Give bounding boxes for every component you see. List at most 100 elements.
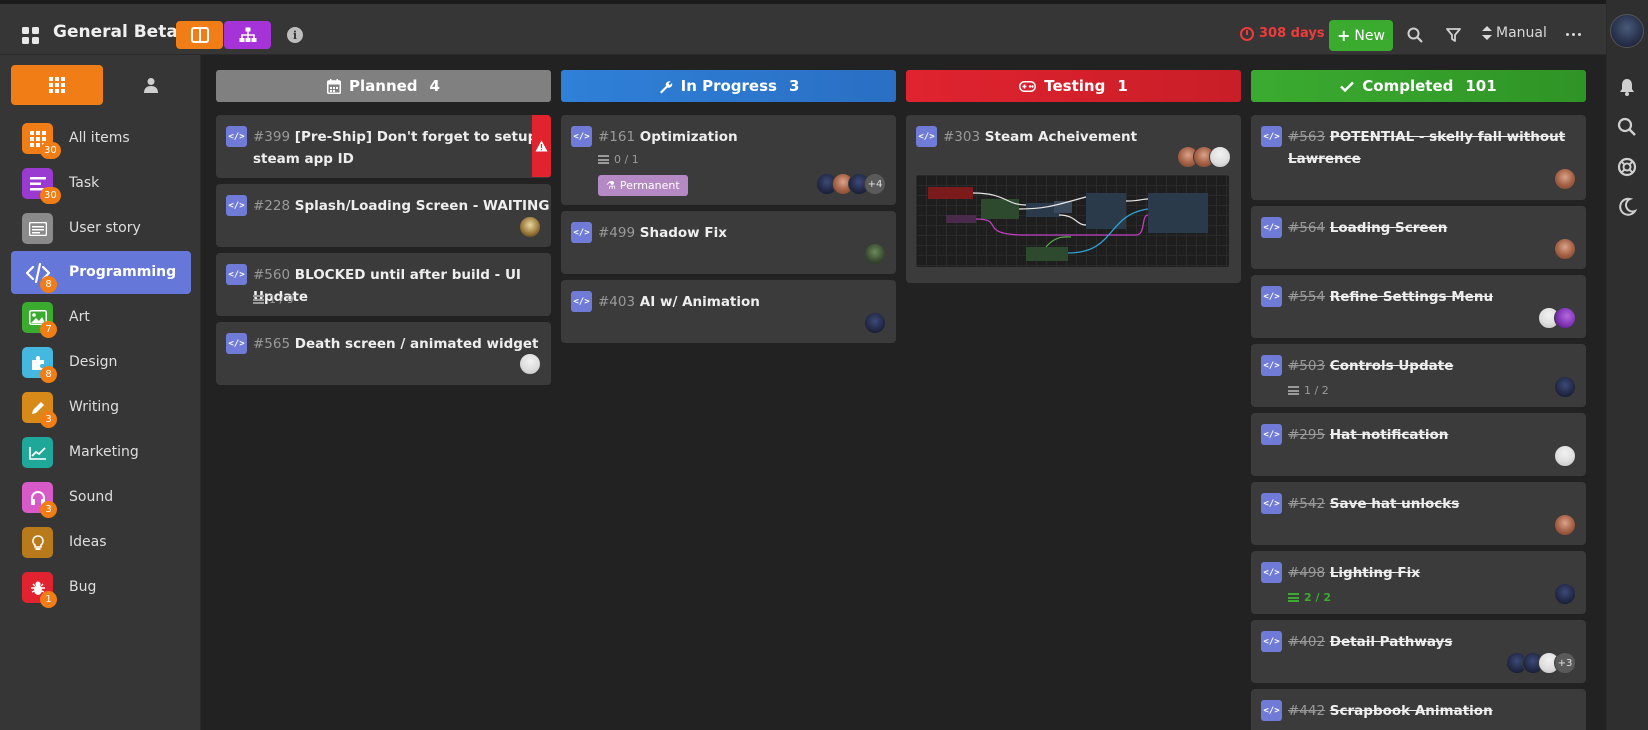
checklist-icon	[1288, 593, 1299, 602]
column-header-in-progress[interactable]: In Progress 3	[561, 70, 896, 102]
checklist-progress: 0 / 1	[598, 153, 639, 166]
clock-icon	[1240, 26, 1254, 41]
card-title: #399 [Pre-Ship] Don't forget to setup ste…	[253, 129, 538, 167]
item-count-badge: 3	[40, 501, 57, 518]
column-header-planned[interactable]: Planned 4	[216, 70, 551, 102]
assignee-avatars	[864, 312, 886, 334]
more-assignees: +3	[1554, 652, 1576, 674]
rail-search-icon[interactable]	[1615, 115, 1639, 139]
new-item-label: New	[1354, 27, 1385, 44]
card-title: #499 Shadow Fix	[598, 225, 727, 241]
sidebar-item-ideas[interactable]: Ideas	[11, 521, 191, 564]
card-564[interactable]: </> #564 Loading Screen	[1251, 206, 1586, 269]
due-indicator[interactable]: 308 days	[1240, 26, 1325, 41]
programming-type-icon: </>	[571, 222, 592, 243]
sidebar-item-bug[interactable]: 1 Bug	[11, 566, 191, 609]
sort-button[interactable]: Manual	[1482, 25, 1547, 41]
card-399[interactable]: </> #399 [Pre-Ship] Don't forget to setu…	[216, 115, 551, 178]
sidebar-item-writing[interactable]: 3 Writing	[11, 386, 191, 429]
sidebar-item-label: All items	[69, 130, 130, 146]
moon-icon[interactable]	[1615, 195, 1639, 219]
more-options-icon[interactable]	[1566, 33, 1581, 36]
programming-type-icon: </>	[1261, 126, 1282, 147]
workspace-title[interactable]: General Beta	[53, 22, 178, 42]
more-assignees: +4	[864, 173, 886, 195]
card-161[interactable]: </> #161 Optimization 0 / 1 ⚗ Permanent +…	[561, 115, 896, 205]
card-402[interactable]: </> #402 Detail Pathways +3	[1251, 620, 1586, 683]
sidebar-item-programming[interactable]: 8 Programming	[11, 251, 191, 294]
column-header-completed[interactable]: Completed 101	[1251, 70, 1586, 102]
sidebar-tab-item-types[interactable]	[11, 65, 103, 105]
sidebar-item-user-story[interactable]: User story	[11, 207, 191, 250]
card-499[interactable]: </> #499 Shadow Fix	[561, 211, 896, 274]
filter-icon[interactable]	[1443, 25, 1463, 45]
card-title: #295 Hat notification	[1288, 427, 1449, 443]
card-303[interactable]: </> #303 Steam Acheivement	[906, 115, 1241, 283]
hierarchy-view-button[interactable]	[224, 21, 271, 49]
new-item-button[interactable]: + New	[1329, 20, 1393, 51]
column-count: 4	[429, 77, 440, 95]
item-count-badge: 7	[40, 321, 57, 338]
checklist-progress: 1 / 9	[253, 293, 294, 306]
card-542[interactable]: </> #542 Save hat unlocks	[1251, 482, 1586, 545]
checklist-icon	[598, 155, 609, 164]
sidebar-item-label: Art	[69, 309, 90, 325]
assignee-avatars: +4	[816, 173, 886, 195]
assignee-avatars	[1554, 583, 1576, 605]
item-count-badge: 3	[40, 411, 57, 428]
column-name: Planned	[349, 77, 418, 95]
card-498[interactable]: </> #498 Lighting Fix 2 / 2	[1251, 551, 1586, 614]
card-title: #554 Refine Settings Menu	[1288, 289, 1494, 305]
sidebar-item-design[interactable]: 8 Design	[11, 341, 191, 384]
sitemap-icon	[239, 27, 256, 42]
card-228[interactable]: </> #228 Splash/Loading Screen - WAITING	[216, 184, 551, 247]
card-442[interactable]: </> #442 Scrapbook Animation	[1251, 689, 1586, 730]
sidebar-item-sound[interactable]: 3 Sound	[11, 476, 191, 519]
assignee-avatars	[1554, 238, 1576, 260]
assignee-avatars	[1554, 376, 1576, 398]
check-icon	[1340, 81, 1355, 92]
board-view-button[interactable]	[176, 21, 223, 49]
avatar	[1554, 307, 1576, 329]
flask-icon: ⚗	[606, 179, 616, 192]
sidebar-item-all-items[interactable]: 30 All items	[11, 117, 191, 160]
card-563[interactable]: </> #563 POTENTIAL - skelly fall without…	[1251, 115, 1586, 200]
app-window: General Beta i 308 days + New Manual 30 …	[0, 0, 1648, 730]
sidebar-item-marketing[interactable]: Marketing	[11, 431, 191, 474]
column-header-testing[interactable]: Testing 1	[906, 70, 1241, 102]
programming-type-icon: </>	[1261, 286, 1282, 307]
sidebar-item-label: Writing	[69, 399, 119, 415]
tag-permanent[interactable]: ⚗ Permanent	[598, 175, 688, 196]
card-560[interactable]: </> #560 BLOCKED until after build - UI …	[216, 253, 551, 316]
gamepad-icon	[1019, 80, 1037, 92]
due-days-text: 308 days	[1259, 26, 1325, 41]
blueprint-screenshot-image[interactable]	[916, 175, 1229, 267]
search-icon[interactable]	[1405, 25, 1425, 45]
assignee-avatars: +3	[1506, 652, 1576, 674]
programming-type-icon: </>	[226, 333, 247, 354]
info-icon[interactable]: i	[287, 27, 303, 43]
programming-type-icon: </>	[1261, 700, 1282, 721]
card-554[interactable]: </> #554 Refine Settings Menu	[1251, 275, 1586, 338]
card-565[interactable]: </> #565 Death screen / animated widget	[216, 322, 551, 385]
apps-grid-icon	[49, 77, 65, 93]
bell-icon[interactable]	[1615, 75, 1639, 99]
programming-type-icon: </>	[571, 126, 592, 147]
sidebar-item-task[interactable]: 30 Task	[11, 162, 191, 205]
card-503[interactable]: </> #503 Controls Update 1 / 2	[1251, 344, 1586, 407]
sidebar-item-art[interactable]: 7 Art	[11, 296, 191, 339]
sidebar-item-label: Marketing	[69, 444, 139, 460]
item-count-badge: 8	[40, 276, 57, 293]
help-lifebuoy-icon[interactable]	[1615, 155, 1639, 179]
chart-line-icon	[22, 437, 53, 468]
card-403[interactable]: </> #403 AI w/ Animation	[561, 280, 896, 343]
workspace-grid-icon[interactable]	[22, 27, 39, 44]
plus-icon: +	[1337, 26, 1351, 45]
person-icon	[143, 78, 158, 93]
avatar	[1554, 445, 1576, 467]
card-295[interactable]: </> #295 Hat notification	[1251, 413, 1586, 476]
sidebar-item-label: Design	[69, 354, 118, 370]
sidebar-tab-people[interactable]	[108, 65, 193, 105]
user-avatar[interactable]	[1610, 14, 1644, 48]
checklist-progress: 2 / 2	[1288, 591, 1331, 604]
